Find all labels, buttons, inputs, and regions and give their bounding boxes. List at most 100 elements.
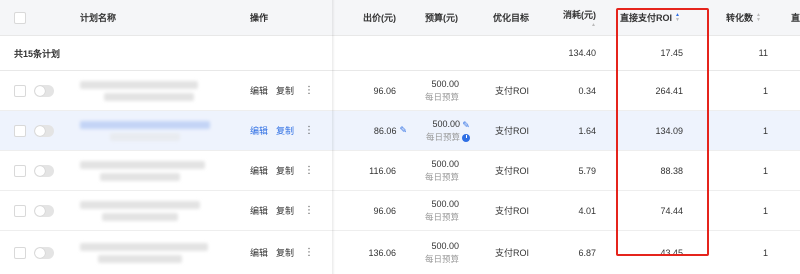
edit-link[interactable]: 编辑 xyxy=(250,124,268,137)
row-bid: 96.06 xyxy=(373,205,396,216)
col-cost[interactable]: 消耗(元) ▲ xyxy=(540,0,596,35)
row-actions: 编辑 复制 ⋮ xyxy=(250,71,314,110)
row-actions: 编辑 复制 ⋮ xyxy=(250,111,314,150)
budget-type: 每日预算 xyxy=(424,91,459,102)
row-toggle[interactable] xyxy=(34,246,54,259)
row-checkbox[interactable] xyxy=(14,204,26,217)
more-icon[interactable]: ⋮ xyxy=(304,205,314,216)
row-toggle[interactable] xyxy=(34,124,54,137)
row-cost: 4.01 xyxy=(578,205,596,216)
row-goal: 支付ROI xyxy=(494,248,529,258)
table-row[interactable]: 编辑 复制 ⋮ 136.06 500.00 每日预算 支付ROI 6.87 43.… xyxy=(0,231,800,274)
summary-conversions: 11 xyxy=(758,48,768,58)
budget-value: 500.00 xyxy=(431,240,459,251)
col-plan-name: 计划名称 xyxy=(80,13,117,23)
row-checkbox[interactable] xyxy=(14,246,26,259)
col-bid[interactable]: 出价(元) xyxy=(340,0,396,35)
row-toggle[interactable] xyxy=(34,164,54,177)
sort-icon[interactable]: ▲ ▼ xyxy=(675,12,680,23)
budget-type: 每日预算 xyxy=(424,171,459,182)
row-roi: 88.38 xyxy=(660,165,683,176)
row-actions: 编辑 复制 ⋮ xyxy=(250,151,314,190)
plan-name-redacted[interactable] xyxy=(80,191,200,230)
row-roi: 43.45 xyxy=(660,247,683,258)
row-bid: 116.06 xyxy=(369,165,396,176)
table-row[interactable]: 编辑 复制 ⋮ 116.06 500.00 每日预算 支付ROI 5.79 88.… xyxy=(0,151,800,191)
col-roi[interactable]: 直接支付ROI ▲ ▼ xyxy=(620,0,710,35)
col-operation: 操作 xyxy=(250,13,269,23)
copy-link[interactable]: 复制 xyxy=(276,204,294,217)
row-conversions: 1 xyxy=(762,165,768,176)
edit-link[interactable]: 编辑 xyxy=(250,246,268,259)
row-goal: 支付ROI xyxy=(494,166,529,176)
budget-value: 500.00 xyxy=(431,158,459,169)
more-icon[interactable]: ⋮ xyxy=(304,125,314,136)
row-actions: 编辑 复制 ⋮ xyxy=(250,231,314,274)
row-goal: 支付ROI xyxy=(494,126,529,136)
bid-value: 86.06 xyxy=(373,125,397,136)
budget-type: 每日预算 xyxy=(424,211,459,222)
row-cost: 5.79 xyxy=(578,165,596,176)
edit-link[interactable]: 编辑 xyxy=(250,164,268,177)
plan-name-redacted[interactable] xyxy=(80,111,210,150)
sort-icon[interactable]: ▲ ▼ xyxy=(756,12,761,23)
budget-type: 每日预算 xyxy=(424,253,459,264)
row-bid: 136.06 xyxy=(368,247,396,258)
plan-name-redacted[interactable] xyxy=(80,231,208,274)
col-budget[interactable]: 预算(元) xyxy=(400,0,458,35)
edit-link[interactable]: 编辑 xyxy=(250,84,268,97)
row-toggle[interactable] xyxy=(34,204,54,217)
col-cutoff: 直 xyxy=(791,13,800,23)
edit-link[interactable]: 编辑 xyxy=(250,204,268,217)
more-icon[interactable]: ⋮ xyxy=(304,165,314,176)
row-roi: 264.41 xyxy=(655,85,683,96)
row-bid: 86.06 ✎ xyxy=(340,111,407,150)
table-row[interactable]: 编辑 复制 ⋮ 96.06 500.00 每日预算 支付ROI 0.34 264.… xyxy=(0,71,800,111)
row-conversions: 1 xyxy=(762,85,768,96)
row-budget: 500.00 每日预算 xyxy=(400,71,459,110)
row-goal: 支付ROI xyxy=(494,86,529,96)
col-goal: 优化目标 xyxy=(492,13,529,23)
sort-icon[interactable]: ▲ xyxy=(591,22,596,28)
row-actions: 编辑 复制 ⋮ xyxy=(250,191,314,230)
row-conversions: 1 xyxy=(762,125,768,136)
table-row[interactable]: 编辑 复制 ⋮ 96.06 500.00 每日预算 支付ROI 4.01 74.4… xyxy=(0,191,800,231)
plan-name-redacted[interactable] xyxy=(80,71,198,110)
select-all-checkbox[interactable] xyxy=(14,11,26,24)
table-header: 计划名称 操作 出价(元) 预算(元) 优化目标 消耗(元) ▲ 直接支付ROI… xyxy=(0,0,800,36)
row-checkbox[interactable] xyxy=(14,84,26,97)
budget-type: 每日预算 xyxy=(425,131,460,142)
row-conversions: 1 xyxy=(762,247,768,258)
copy-link[interactable]: 复制 xyxy=(276,246,294,259)
fixed-column-shadow xyxy=(332,0,335,274)
row-budget: 500.00 每日预算 xyxy=(400,191,459,230)
budget-value: 500.00 xyxy=(431,78,459,89)
clock-icon[interactable] xyxy=(462,133,470,142)
row-goal: 支付ROI xyxy=(494,206,529,216)
summary-label: 共15条计划 xyxy=(14,48,61,59)
more-icon[interactable]: ⋮ xyxy=(304,247,314,258)
budget-value: 500.00 xyxy=(432,118,460,129)
row-conversions: 1 xyxy=(762,205,768,216)
row-cost: 0.34 xyxy=(578,85,596,96)
summary-row: 共15条计划 134.40 17.45 11 xyxy=(0,36,800,71)
row-bid: 96.06 xyxy=(373,85,396,96)
col-conversions[interactable]: 转化数 ▲ ▼ xyxy=(726,0,761,35)
plan-table: 计划名称 操作 出价(元) 预算(元) 优化目标 消耗(元) ▲ 直接支付ROI… xyxy=(0,0,800,274)
row-roi: 74.44 xyxy=(660,205,683,216)
col-cost-label: 消耗(元) xyxy=(563,9,596,20)
plan-name-redacted[interactable] xyxy=(80,151,205,190)
row-checkbox[interactable] xyxy=(14,164,26,177)
edit-pen-icon[interactable]: ✎ xyxy=(462,120,470,131)
row-cost: 6.87 xyxy=(578,247,596,258)
copy-link[interactable]: 复制 xyxy=(276,124,294,137)
copy-link[interactable]: 复制 xyxy=(276,164,294,177)
copy-link[interactable]: 复制 xyxy=(276,84,294,97)
more-icon[interactable]: ⋮ xyxy=(304,85,314,96)
row-toggle[interactable] xyxy=(34,84,54,97)
budget-value: 500.00 xyxy=(431,198,459,209)
row-budget: 500.00 每日预算 ✎ xyxy=(400,111,470,150)
row-checkbox[interactable] xyxy=(14,124,26,137)
table-row[interactable]: 编辑 复制 ⋮ 86.06 ✎ 500.00 每日预算 ✎ 支付ROI 1.64 1… xyxy=(0,111,800,151)
row-cost: 1.64 xyxy=(578,125,596,136)
